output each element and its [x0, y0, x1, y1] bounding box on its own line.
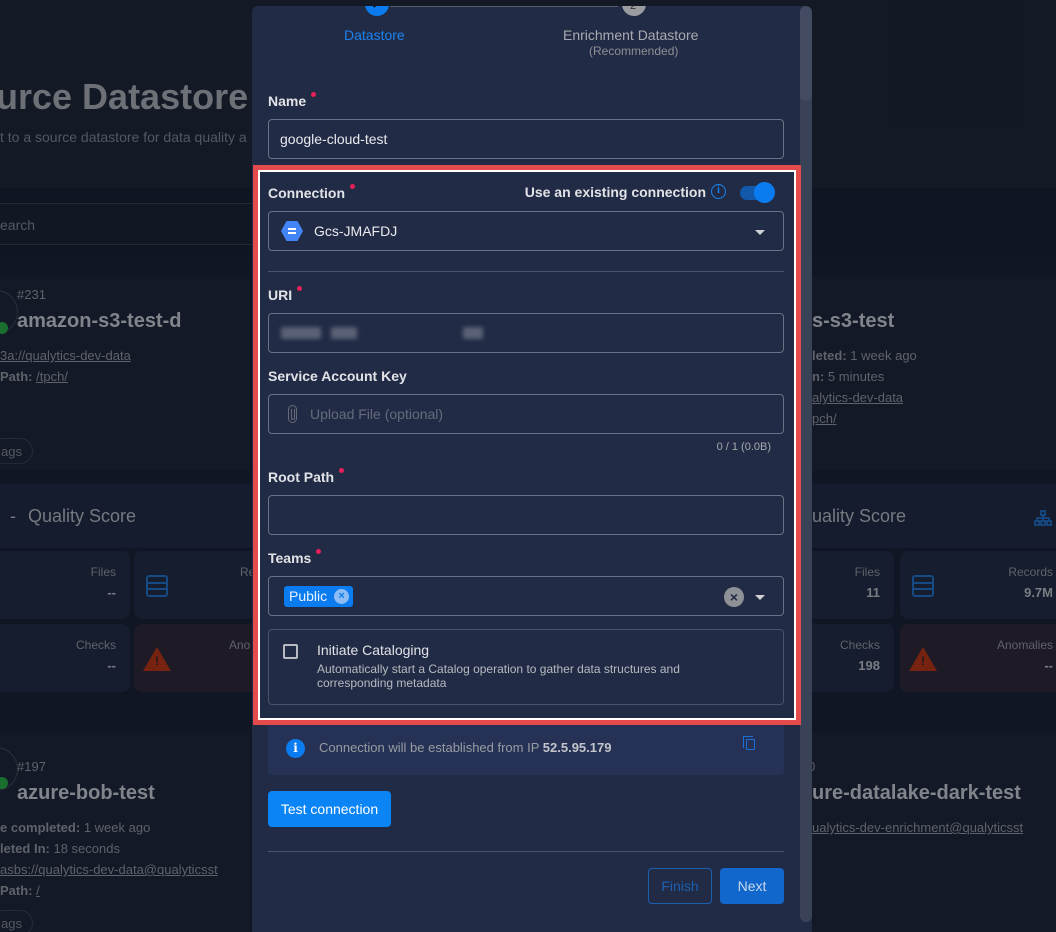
- initiate-cataloging-description: Automatically start a Catalog operation …: [317, 662, 680, 690]
- uri-label: URI: [268, 286, 303, 303]
- root-path-label: Root Path: [268, 468, 345, 485]
- paperclip-icon: [288, 405, 297, 423]
- step-connector: [390, 6, 618, 7]
- info-icon[interactable]: i: [711, 184, 726, 199]
- step-enrichment-datastore[interactable]: Enrichment Datastore: [563, 27, 698, 43]
- name-input[interactable]: google-cloud-test: [268, 119, 784, 159]
- stepper: 2 Datastore Enrichment Datastore (Recomm…: [252, 6, 800, 66]
- ip-notice: i Connection will be established from IP…: [268, 725, 784, 775]
- clear-icon[interactable]: ×: [724, 587, 744, 607]
- add-datastore-modal: 2 Datastore Enrichment Datastore (Recomm…: [252, 6, 812, 932]
- remove-chip-icon[interactable]: ×: [334, 589, 350, 604]
- copy-icon[interactable]: [743, 736, 755, 750]
- existing-connection-label: Use an existing connection: [524, 184, 706, 200]
- step-datastore[interactable]: Datastore: [344, 27, 405, 43]
- divider: [268, 851, 784, 852]
- next-button[interactable]: Next: [720, 868, 784, 904]
- required-indicator: [350, 184, 355, 189]
- required-indicator: [297, 286, 303, 291]
- name-label: Name: [268, 92, 317, 109]
- connection-selected-value: Gcs-JMAFDJ: [314, 223, 398, 239]
- team-chip-public: Public ×: [284, 586, 354, 607]
- teams-label: Teams: [268, 549, 322, 566]
- toggle-knob: [754, 182, 775, 203]
- modal-scrollbar[interactable]: [800, 6, 812, 922]
- service-account-key-label: Service Account Key: [268, 368, 407, 384]
- ip-address: 52.5.95.179: [542, 740, 612, 755]
- connection-label: Connection: [268, 184, 355, 201]
- initiate-cataloging-option[interactable]: Initiate Cataloging Automatically start …: [268, 629, 784, 705]
- step-enrichment-sublabel: (Recommended): [589, 44, 679, 58]
- initiate-cataloging-checkbox[interactable]: [283, 644, 298, 659]
- required-indicator: [316, 549, 322, 554]
- redacted-value: [463, 327, 483, 339]
- info-icon: i: [286, 739, 305, 758]
- existing-connection-toggle[interactable]: [740, 182, 775, 203]
- service-account-key-upload[interactable]: Upload File (optional): [268, 394, 784, 434]
- name-value: google-cloud-test: [280, 131, 388, 147]
- ip-notice-text: Connection will be established from IP 5…: [319, 740, 612, 755]
- finish-button[interactable]: Finish: [648, 868, 712, 904]
- upload-placeholder: Upload File (optional): [310, 406, 444, 422]
- divider: [268, 271, 784, 272]
- redacted-value: [331, 327, 357, 339]
- google-cloud-storage-icon: [281, 221, 303, 241]
- initiate-cataloging-title: Initiate Cataloging: [317, 642, 430, 658]
- chevron-down-icon[interactable]: [755, 230, 765, 235]
- connection-select[interactable]: Gcs-JMAFDJ: [268, 211, 784, 251]
- chevron-down-icon[interactable]: [755, 595, 765, 600]
- test-connection-button[interactable]: Test connection: [268, 791, 391, 827]
- redacted-value: [281, 327, 321, 339]
- scrollbar-thumb[interactable]: [800, 6, 812, 101]
- step-number-icon: 2: [622, 6, 646, 16]
- team-chip-label: Public: [289, 588, 328, 604]
- required-indicator: [339, 468, 345, 473]
- step-completed-check-icon: [365, 6, 389, 16]
- required-indicator: [311, 92, 317, 97]
- uri-input[interactable]: [268, 313, 784, 353]
- root-path-input[interactable]: [268, 495, 784, 535]
- file-count: 0 / 1 (0.0B): [716, 441, 771, 453]
- teams-select[interactable]: Public × ×: [268, 576, 784, 616]
